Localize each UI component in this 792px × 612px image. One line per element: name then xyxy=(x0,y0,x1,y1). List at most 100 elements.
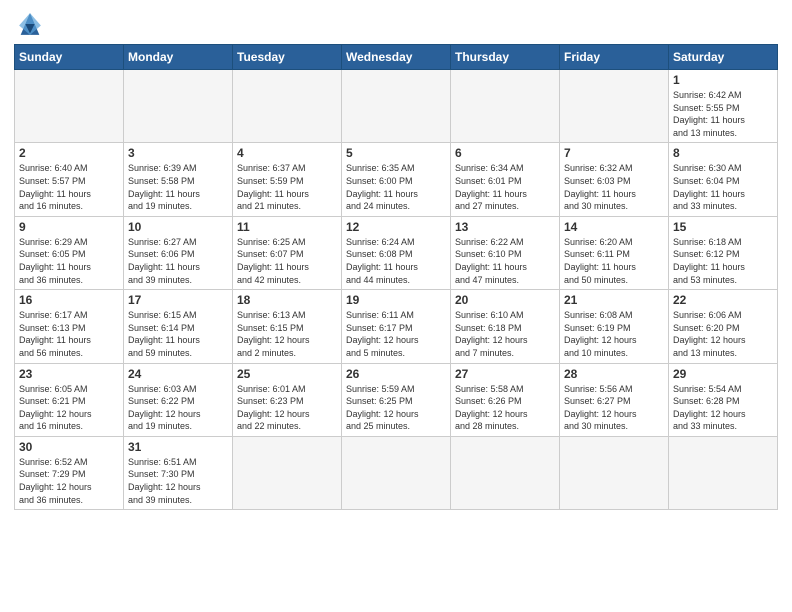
calendar-cell: 15 Sunrise: 6:18 AM Sunset: 6:12 PM Dayli… xyxy=(669,216,778,289)
day-info: Sunrise: 6:11 AM Sunset: 6:17 PM Dayligh… xyxy=(346,309,446,359)
day-header-thursday: Thursday xyxy=(451,45,560,70)
day-number: 4 xyxy=(237,146,337,160)
calendar-cell: 21 Sunrise: 6:08 AM Sunset: 6:19 PM Dayli… xyxy=(560,290,669,363)
day-info: Sunrise: 5:59 AM Sunset: 6:25 PM Dayligh… xyxy=(346,383,446,433)
calendar-cell: 31 Sunrise: 6:51 AM Sunset: 7:30 PM Dayli… xyxy=(124,436,233,509)
day-info: Sunrise: 5:54 AM Sunset: 6:28 PM Dayligh… xyxy=(673,383,773,433)
day-number: 11 xyxy=(237,220,337,234)
day-number: 2 xyxy=(19,146,119,160)
calendar-cell: 24Sunrise: 6:03 AM Sunset: 6:22 PM Dayli… xyxy=(124,363,233,436)
day-info: Sunrise: 6:01 AM Sunset: 6:23 PM Dayligh… xyxy=(237,383,337,433)
day-header-saturday: Saturday xyxy=(669,45,778,70)
day-number: 24 xyxy=(128,367,228,381)
day-number: 14 xyxy=(564,220,664,234)
day-info: Sunrise: 6:08 AM Sunset: 6:19 PM Dayligh… xyxy=(564,309,664,359)
calendar-cell: 3Sunrise: 6:39 AM Sunset: 5:58 PM Daylig… xyxy=(124,143,233,216)
day-number: 18 xyxy=(237,293,337,307)
calendar-cell: 17Sunrise: 6:15 AM Sunset: 6:14 PM Dayli… xyxy=(124,290,233,363)
calendar-cell xyxy=(560,70,669,143)
day-number: 15 xyxy=(673,220,773,234)
calendar-cell: 30Sunrise: 6:52 AM Sunset: 7:29 PM Dayli… xyxy=(15,436,124,509)
calendar-week-row: 23 Sunrise: 6:05 AM Sunset: 6:21 PM Dayli… xyxy=(15,363,778,436)
day-info: Sunrise: 6:37 AM Sunset: 5:59 PM Dayligh… xyxy=(237,162,337,212)
day-number: 29 xyxy=(673,367,773,381)
day-number: 28 xyxy=(564,367,664,381)
calendar-cell: 12Sunrise: 6:24 AM Sunset: 6:08 PM Dayli… xyxy=(342,216,451,289)
day-number: 10 xyxy=(128,220,228,234)
calendar-week-row: 16 Sunrise: 6:17 AM Sunset: 6:13 PM Dayli… xyxy=(15,290,778,363)
day-number: 5 xyxy=(346,146,446,160)
day-header-tuesday: Tuesday xyxy=(233,45,342,70)
day-header-wednesday: Wednesday xyxy=(342,45,451,70)
day-info: Sunrise: 6:06 AM Sunset: 6:20 PM Dayligh… xyxy=(673,309,773,359)
calendar-week-row: 2Sunrise: 6:40 AM Sunset: 5:57 PM Daylig… xyxy=(15,143,778,216)
day-number: 25 xyxy=(237,367,337,381)
calendar-cell xyxy=(233,436,342,509)
day-info: Sunrise: 6:51 AM Sunset: 7:30 PM Dayligh… xyxy=(128,456,228,506)
day-info: Sunrise: 6:30 AM Sunset: 6:04 PM Dayligh… xyxy=(673,162,773,212)
calendar-cell xyxy=(560,436,669,509)
logo xyxy=(14,10,50,38)
calendar-cell: 14 Sunrise: 6:20 AM Sunset: 6:11 PM Dayli… xyxy=(560,216,669,289)
day-number: 1 xyxy=(673,73,773,87)
day-number: 16 xyxy=(19,293,119,307)
calendar-cell: 8 Sunrise: 6:30 AM Sunset: 6:04 PM Daylig… xyxy=(669,143,778,216)
day-info: Sunrise: 6:25 AM Sunset: 6:07 PM Dayligh… xyxy=(237,236,337,286)
day-number: 3 xyxy=(128,146,228,160)
day-number: 17 xyxy=(128,293,228,307)
calendar-table: SundayMondayTuesdayWednesdayThursdayFrid… xyxy=(14,44,778,510)
day-header-sunday: Sunday xyxy=(15,45,124,70)
day-number: 19 xyxy=(346,293,446,307)
calendar-cell xyxy=(451,70,560,143)
day-number: 7 xyxy=(564,146,664,160)
day-number: 26 xyxy=(346,367,446,381)
day-info: Sunrise: 6:18 AM Sunset: 6:12 PM Dayligh… xyxy=(673,236,773,286)
calendar-cell: 2Sunrise: 6:40 AM Sunset: 5:57 PM Daylig… xyxy=(15,143,124,216)
calendar-week-row: 9 Sunrise: 6:29 AM Sunset: 6:05 PM Daylig… xyxy=(15,216,778,289)
day-header-friday: Friday xyxy=(560,45,669,70)
day-info: Sunrise: 6:05 AM Sunset: 6:21 PM Dayligh… xyxy=(19,383,119,433)
calendar-cell xyxy=(342,70,451,143)
calendar-cell: 10Sunrise: 6:27 AM Sunset: 6:06 PM Dayli… xyxy=(124,216,233,289)
general-blue-icon xyxy=(14,10,46,38)
calendar-cell: 6Sunrise: 6:34 AM Sunset: 6:01 PM Daylig… xyxy=(451,143,560,216)
day-number: 22 xyxy=(673,293,773,307)
calendar-cell: 19 Sunrise: 6:11 AM Sunset: 6:17 PM Dayli… xyxy=(342,290,451,363)
calendar-cell: 11 Sunrise: 6:25 AM Sunset: 6:07 PM Dayli… xyxy=(233,216,342,289)
day-number: 31 xyxy=(128,440,228,454)
calendar-header-row: SundayMondayTuesdayWednesdayThursdayFrid… xyxy=(15,45,778,70)
calendar-cell xyxy=(15,70,124,143)
day-info: Sunrise: 6:29 AM Sunset: 6:05 PM Dayligh… xyxy=(19,236,119,286)
day-info: Sunrise: 5:56 AM Sunset: 6:27 PM Dayligh… xyxy=(564,383,664,433)
calendar-cell: 16 Sunrise: 6:17 AM Sunset: 6:13 PM Dayli… xyxy=(15,290,124,363)
calendar-cell: 28 Sunrise: 5:56 AM Sunset: 6:27 PM Dayli… xyxy=(560,363,669,436)
day-info: Sunrise: 6:20 AM Sunset: 6:11 PM Dayligh… xyxy=(564,236,664,286)
day-info: Sunrise: 6:32 AM Sunset: 6:03 PM Dayligh… xyxy=(564,162,664,212)
day-number: 23 xyxy=(19,367,119,381)
day-info: Sunrise: 6:42 AM Sunset: 5:55 PM Dayligh… xyxy=(673,89,773,139)
day-info: Sunrise: 6:17 AM Sunset: 6:13 PM Dayligh… xyxy=(19,309,119,359)
day-number: 27 xyxy=(455,367,555,381)
day-number: 21 xyxy=(564,293,664,307)
day-number: 30 xyxy=(19,440,119,454)
day-number: 9 xyxy=(19,220,119,234)
calendar-cell: 13 Sunrise: 6:22 AM Sunset: 6:10 PM Dayli… xyxy=(451,216,560,289)
calendar-cell: 9 Sunrise: 6:29 AM Sunset: 6:05 PM Daylig… xyxy=(15,216,124,289)
day-number: 8 xyxy=(673,146,773,160)
calendar-cell: 29 Sunrise: 5:54 AM Sunset: 6:28 PM Dayli… xyxy=(669,363,778,436)
calendar-week-row: 1 Sunrise: 6:42 AM Sunset: 5:55 PM Daylig… xyxy=(15,70,778,143)
day-info: Sunrise: 6:13 AM Sunset: 6:15 PM Dayligh… xyxy=(237,309,337,359)
day-info: Sunrise: 6:22 AM Sunset: 6:10 PM Dayligh… xyxy=(455,236,555,286)
calendar-cell xyxy=(124,70,233,143)
calendar-cell xyxy=(342,436,451,509)
day-number: 20 xyxy=(455,293,555,307)
page-header xyxy=(14,10,778,38)
calendar-cell: 23 Sunrise: 6:05 AM Sunset: 6:21 PM Dayli… xyxy=(15,363,124,436)
calendar-cell: 5Sunrise: 6:35 AM Sunset: 6:00 PM Daylig… xyxy=(342,143,451,216)
day-info: Sunrise: 5:58 AM Sunset: 6:26 PM Dayligh… xyxy=(455,383,555,433)
calendar-cell xyxy=(669,436,778,509)
day-number: 13 xyxy=(455,220,555,234)
day-header-monday: Monday xyxy=(124,45,233,70)
day-info: Sunrise: 6:10 AM Sunset: 6:18 PM Dayligh… xyxy=(455,309,555,359)
day-number: 6 xyxy=(455,146,555,160)
